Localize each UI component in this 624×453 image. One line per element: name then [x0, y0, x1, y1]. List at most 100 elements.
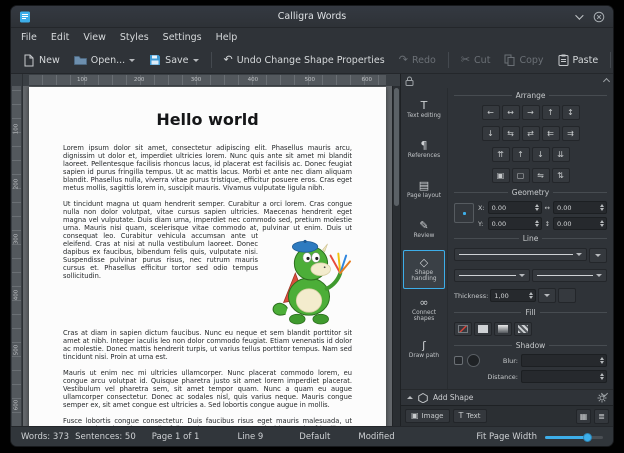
- tool-tab-references[interactable]: ¶ References: [403, 130, 445, 169]
- minimize-button[interactable]: [572, 11, 584, 23]
- bring-to-front-button[interactable]: ⇈: [492, 147, 510, 162]
- blur-spinbox[interactable]: [521, 354, 607, 367]
- x-position-value[interactable]: 0.00: [489, 204, 533, 212]
- x-position-spinbox[interactable]: 0.00: [488, 201, 542, 214]
- align-vcenter-button[interactable]: ↕: [562, 105, 580, 120]
- vertical-scrollbar[interactable]: [392, 86, 400, 426]
- lower-shape-button[interactable]: ↓: [532, 147, 550, 162]
- menu-item-styles[interactable]: Styles: [120, 32, 149, 43]
- align-hcenter-button[interactable]: ↔: [502, 105, 520, 120]
- zoom-slider-handle[interactable]: [583, 433, 592, 442]
- save-dropdown-icon[interactable]: [193, 59, 199, 62]
- spin-down-icon[interactable]: [600, 377, 604, 380]
- konqi-mascot-image[interactable]: [266, 234, 352, 326]
- flip-vertical-button[interactable]: ⇅: [552, 168, 570, 183]
- menu-item-edit[interactable]: Edit: [51, 32, 69, 43]
- spinbox-arrows[interactable]: [598, 357, 606, 364]
- group-shapes-button[interactable]: ▣: [492, 168, 510, 183]
- tool-tab-review[interactable]: ✎ Review: [403, 210, 445, 249]
- spinbox-arrows[interactable]: [533, 220, 541, 227]
- paragraph-style-indicator[interactable]: Default: [299, 432, 330, 442]
- ungroup-shapes-button[interactable]: ▢: [512, 168, 530, 183]
- tool-tab-shape-handling[interactable]: ◇ Shape handling: [403, 250, 445, 289]
- distribute-left-button[interactable]: ⇆: [502, 126, 520, 141]
- paragraph-2-part-2[interactable]: Curabitur vehicula accumsan ante ut elei…: [63, 232, 258, 280]
- zoom-slider[interactable]: [545, 432, 603, 442]
- spin-down-icon[interactable]: [600, 208, 604, 211]
- fill-none-button[interactable]: [454, 322, 472, 336]
- cut-button[interactable]: ✂ Cut: [455, 52, 497, 69]
- spinbox-arrows[interactable]: [598, 220, 606, 227]
- end-marker-dropdown[interactable]: [532, 269, 608, 282]
- paste-button[interactable]: Paste: [552, 51, 605, 69]
- height-value[interactable]: 0.00: [554, 220, 598, 228]
- tool-tab-draw-path[interactable]: ʃ Draw path: [403, 330, 445, 369]
- width-value[interactable]: 0.00: [554, 204, 598, 212]
- line-style-dropdown[interactable]: [454, 248, 587, 261]
- line-color-button[interactable]: [589, 248, 607, 263]
- spinbox-arrows[interactable]: [598, 373, 606, 380]
- copy-button[interactable]: Copy: [498, 51, 549, 69]
- shadow-enable-checkbox[interactable]: [454, 356, 463, 365]
- titlebar[interactable]: Calligra Words: [11, 6, 613, 28]
- spin-up-icon[interactable]: [600, 204, 604, 207]
- grid-view-button[interactable]: ▦: [576, 409, 591, 424]
- spin-down-icon[interactable]: [535, 208, 539, 211]
- scroll-up-icon[interactable]: [603, 77, 610, 84]
- flip-horizontal-button[interactable]: ⇋: [532, 168, 550, 183]
- fill-pattern-button[interactable]: [514, 322, 532, 336]
- fill-gradient-button[interactable]: [494, 322, 512, 336]
- spin-up-icon[interactable]: [535, 220, 539, 223]
- horizontal-ruler[interactable]: 100 200 300 400 500 600: [23, 74, 400, 86]
- y-position-value[interactable]: 0.00: [489, 220, 533, 228]
- open-button[interactable]: Open...: [68, 52, 141, 69]
- menu-item-file[interactable]: File: [21, 32, 37, 43]
- spin-down-icon[interactable]: [600, 361, 604, 364]
- document-heading[interactable]: Hello world: [63, 110, 352, 129]
- align-left-button[interactable]: ←: [482, 105, 500, 120]
- distribute-center-button[interactable]: ⇄: [522, 126, 540, 141]
- tool-tab-text-editing[interactable]: T Text editing: [403, 90, 445, 129]
- menu-item-help[interactable]: Help: [216, 32, 238, 43]
- width-spinbox[interactable]: 0.00: [553, 201, 607, 214]
- document-canvas[interactable]: Hello world Lorem ipsum dolor sit amet, …: [23, 86, 392, 426]
- spin-up-icon[interactable]: [600, 373, 604, 376]
- menu-item-view[interactable]: View: [83, 32, 106, 43]
- spinbox-arrows[interactable]: [527, 292, 535, 299]
- vertical-ruler[interactable]: 100 200 300 400 500 600: [11, 86, 23, 426]
- join-style-button[interactable]: [558, 288, 576, 303]
- tool-tab-page-layout[interactable]: ▤ Page layout: [403, 170, 445, 209]
- close-button[interactable]: [593, 11, 605, 23]
- redo-button[interactable]: ↷ Redo: [393, 52, 442, 69]
- paragraph-4[interactable]: Mauris ut enim nec mi ultricies ullamcor…: [63, 369, 352, 409]
- paragraph-1[interactable]: Lorem ipsum dolor sit amet, consectetur …: [63, 144, 352, 192]
- menu-item-settings[interactable]: Settings: [163, 32, 202, 43]
- new-button[interactable]: New: [17, 51, 66, 70]
- cap-style-button[interactable]: [538, 288, 556, 303]
- page-indicator[interactable]: Page 1 of 1: [152, 432, 200, 442]
- align-top-button[interactable]: ↑: [542, 105, 560, 120]
- position-anchor-selector[interactable]: [454, 203, 474, 223]
- spin-up-icon[interactable]: [535, 204, 539, 207]
- spin-down-icon[interactable]: [600, 224, 604, 227]
- align-bottom-button[interactable]: ↓: [482, 126, 500, 141]
- spin-up-icon[interactable]: [600, 220, 604, 223]
- thickness-spinbox[interactable]: 1,00: [490, 289, 536, 302]
- send-to-back-button[interactable]: ⇊: [552, 147, 570, 162]
- paragraph-2[interactable]: Ut tincidunt magna ut quam hendrerit sem…: [63, 200, 352, 280]
- open-dropdown-icon[interactable]: [129, 59, 135, 62]
- y-position-spinbox[interactable]: 0.00: [488, 217, 542, 230]
- height-spinbox[interactable]: 0.00: [553, 217, 607, 230]
- thickness-value[interactable]: 1,00: [491, 292, 527, 300]
- distribute-right-button[interactable]: ⇇: [542, 126, 560, 141]
- shadow-color-swatch[interactable]: [467, 354, 480, 367]
- paragraph-3[interactable]: Cras at diam in sapien dictum faucibus. …: [63, 329, 352, 361]
- spinbox-arrows[interactable]: [598, 204, 606, 211]
- zoom-mode-button[interactable]: Fit Page Width: [476, 432, 537, 442]
- collapse-icon[interactable]: [407, 396, 413, 399]
- spinbox-arrows[interactable]: [533, 204, 541, 211]
- spin-down-icon[interactable]: [535, 224, 539, 227]
- undo-button[interactable]: ↶ Undo Change Shape Properties: [218, 52, 391, 69]
- list-view-button[interactable]: ≣: [594, 409, 609, 424]
- raise-shape-button[interactable]: ↑: [512, 147, 530, 162]
